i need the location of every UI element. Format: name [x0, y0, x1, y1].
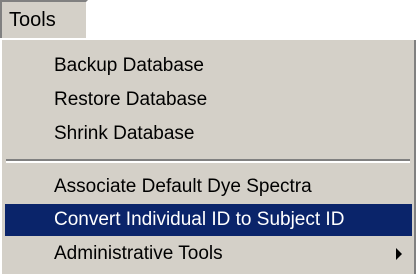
- menu-item-associate-default-dye-spectra[interactable]: Associate Default Dye Spectra: [5, 171, 412, 203]
- menu-item-shrink-database[interactable]: Shrink Database: [5, 118, 412, 150]
- menu-item-convert-individual-id[interactable]: Convert Individual ID to Subject ID: [5, 204, 412, 236]
- menu-item-administrative-tools-label: Administrative Tools: [54, 243, 223, 264]
- submenu-arrow-icon: [396, 248, 402, 260]
- tools-menu-title[interactable]: Tools: [0, 0, 88, 41]
- tools-dropdown-menu: Backup Database Restore Database Shrink …: [0, 38, 416, 274]
- menu-item-restore-database[interactable]: Restore Database: [5, 84, 412, 116]
- menu-item-administrative-tools[interactable]: Administrative Tools: [5, 238, 412, 270]
- menu-item-backup-database[interactable]: Backup Database: [5, 50, 412, 82]
- menu-separator: [6, 159, 410, 163]
